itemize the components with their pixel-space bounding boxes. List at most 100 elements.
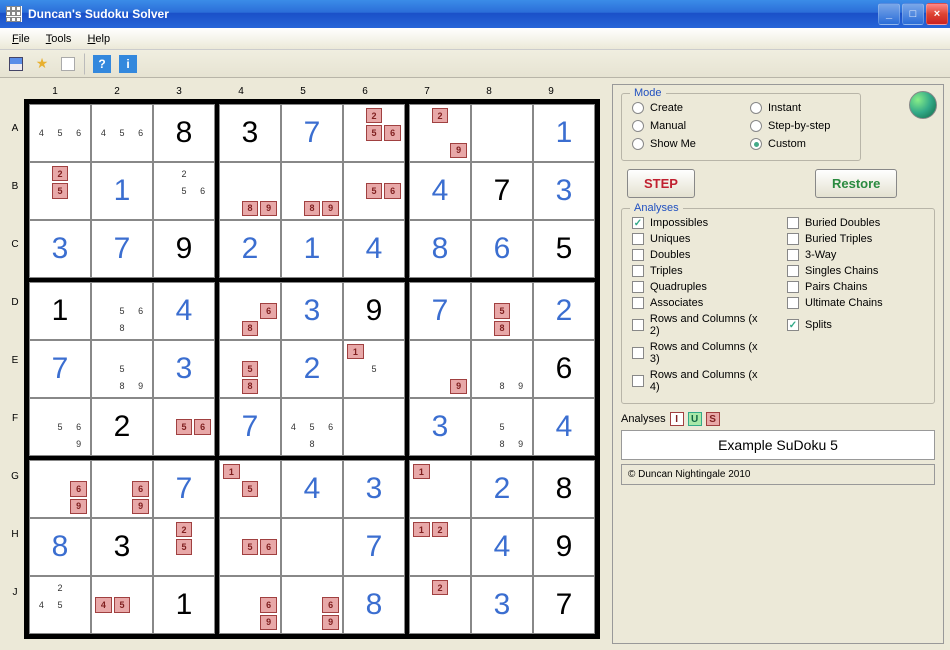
sudoku-cell[interactable]: 589 [471,398,533,456]
sudoku-cell[interactable] [471,104,533,162]
sudoku-cell[interactable]: 4568 [281,398,343,456]
sudoku-cell[interactable]: 8 [533,460,595,518]
analysis-check-burieddoubles[interactable]: Buried Doubles [787,217,924,229]
analysis-check-uniques[interactable]: Uniques [632,233,769,245]
sudoku-cell[interactable]: 2 [409,576,471,634]
sudoku-cell[interactable]: 8 [153,104,215,162]
sudoku-cell[interactable]: 4 [409,162,471,220]
sudoku-cell[interactable]: 29 [409,104,471,162]
sudoku-cell[interactable]: 1 [91,162,153,220]
sudoku-cell[interactable]: 4 [533,398,595,456]
sudoku-cell[interactable]: 3 [533,162,595,220]
mode-radio-stepbystep[interactable]: Step-by-step [750,120,850,132]
analysis-check-rowsandcolumnsx3[interactable]: Rows and Columns (x 3) [632,341,769,365]
sudoku-cell[interactable]: 69 [219,576,281,634]
sudoku-cell[interactable]: 8 [409,220,471,278]
sudoku-cell[interactable]: 6 [533,340,595,398]
sudoku-cell[interactable]: 7 [153,460,215,518]
info-button[interactable]: i [116,53,140,75]
sudoku-cell[interactable]: 256 [153,162,215,220]
menu-help[interactable]: Help [79,31,118,47]
sudoku-cell[interactable]: 589 [91,340,153,398]
sudoku-cell[interactable]: 1 [409,460,471,518]
sudoku-cell[interactable]: 9 [409,340,471,398]
sudoku-cell[interactable]: 7 [219,398,281,456]
minimize-button[interactable]: _ [878,3,900,25]
sudoku-cell[interactable]: 58 [471,282,533,340]
maximize-button[interactable]: □ [902,3,924,25]
sudoku-cell[interactable]: 245 [29,576,91,634]
sudoku-cell[interactable]: 89 [281,162,343,220]
sudoku-cell[interactable]: 56 [153,398,215,456]
analysis-check-ultimatechains[interactable]: Ultimate Chains [787,297,924,309]
sudoku-cell[interactable]: 15 [219,460,281,518]
sudoku-cell[interactable]: 568 [91,282,153,340]
analysis-check-triples[interactable]: Triples [632,265,769,277]
sudoku-cell[interactable]: 456 [91,104,153,162]
sudoku-cell[interactable]: 1 [153,576,215,634]
sudoku-cell[interactable]: 4 [343,220,405,278]
sudoku-cell[interactable]: 2 [533,282,595,340]
analysis-check-quadruples[interactable]: Quadruples [632,281,769,293]
sudoku-cell[interactable]: 69 [91,460,153,518]
sudoku-cell[interactable]: 89 [471,340,533,398]
analysis-check-doubles[interactable]: Doubles [632,249,769,261]
sudoku-cell[interactable]: 56 [343,162,405,220]
sudoku-cell[interactable]: 456 [29,104,91,162]
sudoku-cell[interactable]: 9 [343,282,405,340]
save-button[interactable] [4,53,28,75]
sudoku-cell[interactable]: 8 [29,518,91,576]
sudoku-cell[interactable]: 1 [533,104,595,162]
sudoku-cell[interactable]: 25 [29,162,91,220]
sudoku-cell[interactable]: 3 [409,398,471,456]
sudoku-cell[interactable]: 7 [281,104,343,162]
sudoku-cell[interactable]: 89 [219,162,281,220]
analysis-check-associates[interactable]: Associates [632,297,769,309]
analysis-check-pairschains[interactable]: Pairs Chains [787,281,924,293]
sudoku-grid[interactable]: 4564568251256379372568989562142914738651… [24,99,600,639]
sudoku-cell[interactable]: 56 [219,518,281,576]
sudoku-cell[interactable]: 3 [471,576,533,634]
sudoku-cell[interactable]: 25 [153,518,215,576]
sudoku-cell[interactable]: 5 [533,220,595,278]
restore-button[interactable]: Restore [815,169,897,198]
sudoku-cell[interactable]: 8 [343,576,405,634]
analysis-check-rowsandcolumnsx2[interactable]: Rows and Columns (x 2) [632,313,769,337]
sudoku-cell[interactable]: 7 [91,220,153,278]
sudoku-cell[interactable]: 4 [281,460,343,518]
sudoku-cell[interactable]: 7 [343,518,405,576]
mode-radio-custom[interactable]: Custom [750,138,850,150]
sudoku-cell[interactable]: 4 [471,518,533,576]
sudoku-cell[interactable]: 4 [153,282,215,340]
globe-icon[interactable] [909,91,937,119]
mode-radio-manual[interactable]: Manual [632,120,732,132]
help-button[interactable]: ? [90,53,114,75]
menu-file[interactable]: Fdocument.currentScript.previousElementS… [4,31,38,47]
step-button[interactable]: STEP [627,169,695,198]
sudoku-cell[interactable]: 2 [91,398,153,456]
new-page-button[interactable] [56,53,80,75]
sudoku-cell[interactable]: 3 [281,282,343,340]
sudoku-cell[interactable]: 3 [29,220,91,278]
mode-radio-create[interactable]: Create [632,102,732,114]
sudoku-cell[interactable] [343,398,405,456]
new-star-button[interactable]: ★ [30,53,54,75]
sudoku-cell[interactable]: 3 [343,460,405,518]
sudoku-cell[interactable]: 12 [409,518,471,576]
mode-radio-instant[interactable]: Instant [750,102,850,114]
analysis-check-3way[interactable]: 3-Way [787,249,924,261]
sudoku-cell[interactable]: 45 [91,576,153,634]
sudoku-cell[interactable] [281,518,343,576]
sudoku-cell[interactable]: 2 [219,220,281,278]
sudoku-cell[interactable]: 58 [219,340,281,398]
analysis-check-impossibles[interactable]: ✓Impossibles [632,217,769,229]
sudoku-cell[interactable]: 68 [219,282,281,340]
sudoku-cell[interactable]: 69 [281,576,343,634]
sudoku-cell[interactable]: 2 [281,340,343,398]
sudoku-cell[interactable]: 15 [343,340,405,398]
sudoku-cell[interactable]: 69 [29,460,91,518]
sudoku-cell[interactable]: 9 [533,518,595,576]
sudoku-cell[interactable]: 3 [153,340,215,398]
sudoku-cell[interactable]: 3 [91,518,153,576]
close-button[interactable]: × [926,3,948,25]
